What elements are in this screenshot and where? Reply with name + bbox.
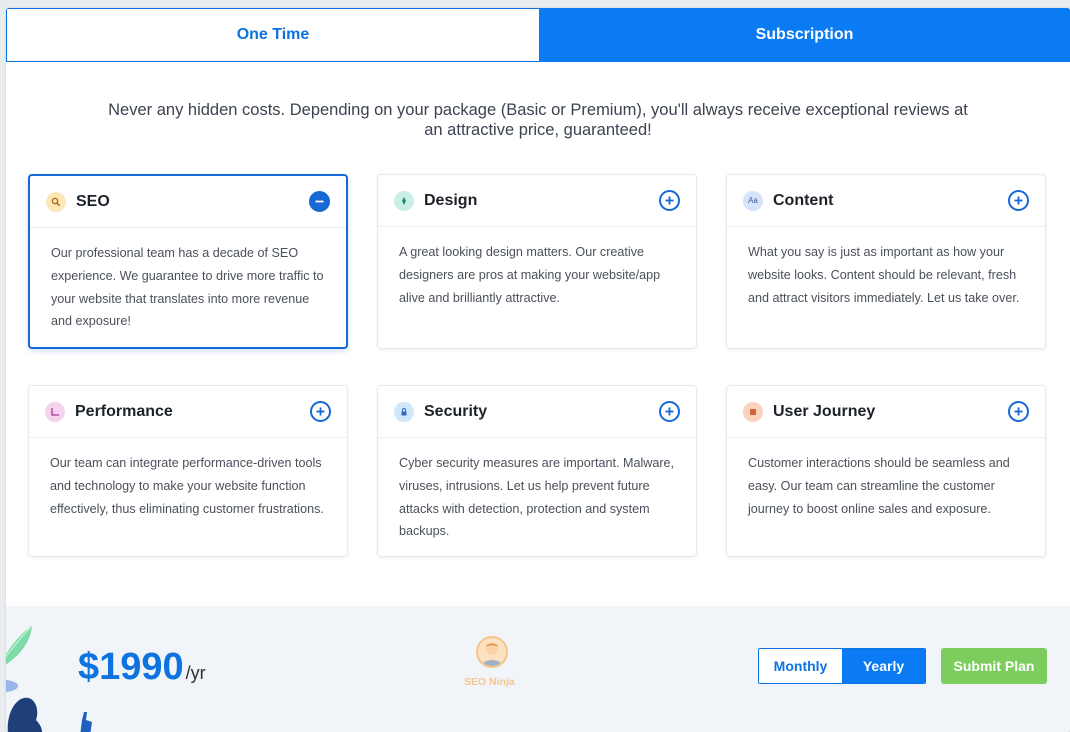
expand-icon[interactable] bbox=[659, 401, 680, 422]
collapse-icon[interactable] bbox=[309, 191, 330, 212]
service-card-seo[interactable]: SEO Our professional team has a decade o… bbox=[28, 174, 348, 349]
card-header[interactable]: Performance bbox=[29, 386, 347, 438]
service-card-security[interactable]: Security Cyber security measures are imp… bbox=[377, 385, 697, 557]
card-description: Our team can integrate performance-drive… bbox=[50, 456, 324, 516]
price-period: /yr bbox=[185, 663, 206, 683]
card-title: User Journey bbox=[773, 402, 876, 420]
card-header[interactable]: Design bbox=[378, 175, 696, 227]
card-title: Design bbox=[424, 191, 478, 209]
pen-icon bbox=[394, 190, 414, 211]
journey-icon bbox=[743, 401, 763, 422]
expand-icon[interactable] bbox=[1008, 190, 1029, 211]
lock-icon bbox=[394, 401, 414, 422]
card-description: What you say is just as important as how… bbox=[748, 245, 1020, 305]
service-card-design[interactable]: Design A great looking design matters. O… bbox=[377, 174, 697, 349]
persona-label: SEO Ninja bbox=[464, 676, 515, 688]
submit-plan-button[interactable]: Submit Plan bbox=[941, 648, 1047, 684]
card-description: Customer interactions should be seamless… bbox=[748, 456, 1010, 516]
magnifier-icon bbox=[46, 191, 66, 212]
chart-icon bbox=[45, 401, 65, 422]
plan-price: $1990/yr bbox=[78, 646, 206, 689]
service-card-content[interactable]: Aa Content What you say is just as impor… bbox=[726, 174, 1046, 349]
price-amount: $1990 bbox=[78, 646, 184, 688]
text-icon: Aa bbox=[743, 190, 763, 211]
pricing-panel: One Time Subscription Never any hidden c… bbox=[6, 8, 1070, 732]
expand-icon[interactable] bbox=[1008, 401, 1029, 422]
card-title: Performance bbox=[75, 402, 173, 420]
intro-text: Never any hidden costs. Depending on you… bbox=[108, 101, 968, 139]
card-description: Our professional team has a decade of SE… bbox=[51, 246, 324, 329]
card-header[interactable]: Aa Content bbox=[727, 175, 1045, 227]
persona-avatar bbox=[476, 636, 508, 668]
billing-toggle: Monthly Yearly bbox=[758, 648, 926, 684]
tab-subscription[interactable]: Subscription bbox=[539, 8, 1070, 62]
plan-footer: $1990/yr SEO Ninja Monthly Yearly Submit… bbox=[6, 606, 1070, 732]
card-description: Cyber security measures are important. M… bbox=[399, 456, 675, 539]
service-card-performance[interactable]: Performance Our team can integrate perfo… bbox=[28, 385, 348, 557]
card-header[interactable]: User Journey bbox=[727, 386, 1045, 438]
card-title: Security bbox=[424, 402, 488, 420]
card-header[interactable]: SEO bbox=[30, 176, 346, 228]
card-title: Content bbox=[773, 191, 834, 209]
card-title: SEO bbox=[76, 192, 110, 210]
yearly-button[interactable]: Yearly bbox=[842, 649, 925, 683]
card-header[interactable]: Security bbox=[378, 386, 696, 438]
monthly-button[interactable]: Monthly bbox=[759, 649, 842, 683]
expand-icon[interactable] bbox=[659, 190, 680, 211]
expand-icon[interactable] bbox=[310, 401, 331, 422]
plan-tabs: One Time Subscription bbox=[6, 8, 1070, 62]
card-description: A great looking design matters. Our crea… bbox=[399, 245, 661, 305]
tab-one-time[interactable]: One Time bbox=[6, 8, 539, 62]
service-card-user-journey[interactable]: User Journey Customer interactions shoul… bbox=[726, 385, 1046, 557]
